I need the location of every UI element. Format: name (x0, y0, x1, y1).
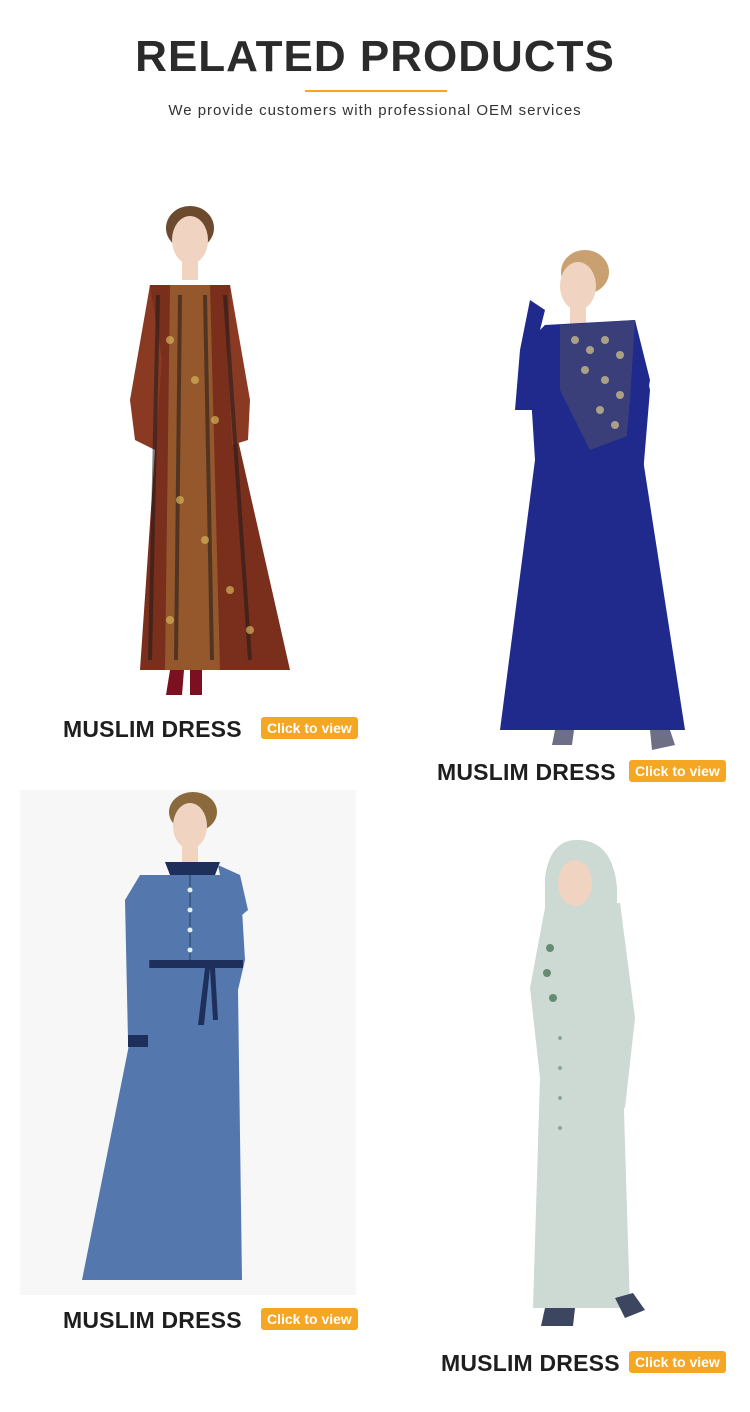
click-to-view-button-1[interactable]: Click to view (261, 717, 358, 739)
click-to-view-button-4[interactable]: Click to view (629, 1351, 726, 1373)
product-name-4: MUSLIM DRESS (441, 1350, 620, 1376)
click-to-view-button-3[interactable]: Click to view (261, 1308, 358, 1330)
product-image-1[interactable] (110, 200, 310, 710)
product-name-1: MUSLIM DRESS (63, 716, 242, 742)
product-name-2: MUSLIM DRESS (437, 759, 616, 785)
product-name-3: MUSLIM DRESS (63, 1307, 242, 1333)
click-to-view-button-2[interactable]: Click to view (629, 760, 726, 782)
product-image-4[interactable] (505, 838, 685, 1333)
page-subtitle: We provide customers with professional O… (168, 102, 582, 119)
product-image-2[interactable] (490, 240, 690, 755)
page-title: RELATED PRODUCTS (135, 32, 615, 81)
title-underline (305, 90, 447, 92)
product-image-3[interactable] (70, 790, 270, 1295)
